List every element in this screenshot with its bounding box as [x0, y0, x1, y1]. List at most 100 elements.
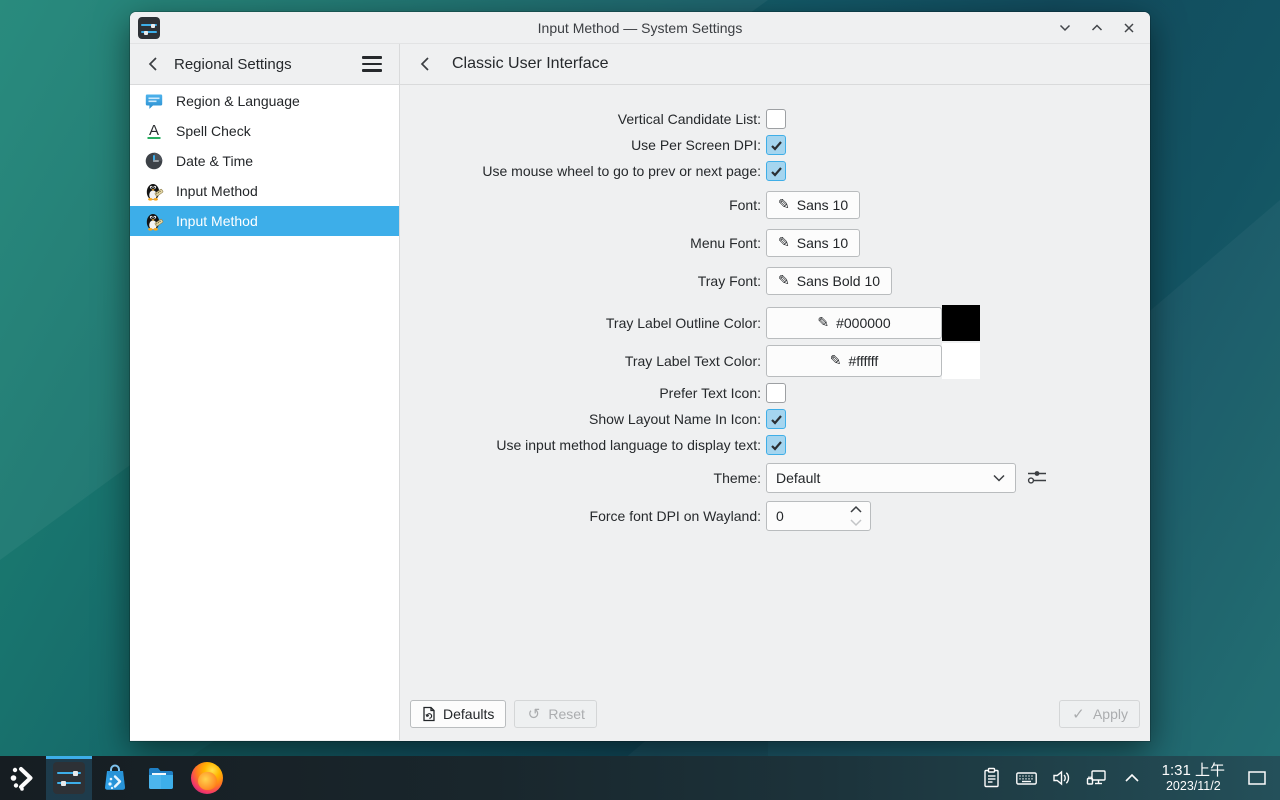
show-desktop-icon	[1247, 770, 1267, 786]
font-picker-button[interactable]: ✎ Sans 10	[766, 191, 860, 219]
system-settings-window: Input Method — System Settings Regional …	[130, 12, 1150, 741]
chevron-up-icon	[849, 505, 863, 514]
field-label: Use input method language to display tex…	[400, 437, 766, 453]
field-label: Use Per Screen DPI:	[400, 137, 766, 153]
tray-font-picker-button[interactable]: ✎ Sans Bold 10	[766, 267, 892, 295]
show-desktop-button[interactable]	[1242, 770, 1272, 786]
digital-clock[interactable]: 1:31 上午 2023/11/2	[1154, 762, 1233, 794]
maximize-button[interactable]	[1084, 15, 1110, 41]
mouse-wheel-page-checkbox[interactable]	[766, 161, 786, 181]
prefer-text-icon-checkbox[interactable]	[766, 383, 786, 403]
field-label: Prefer Text Icon:	[400, 385, 766, 401]
input-method-icon	[143, 180, 165, 202]
task-dolphin[interactable]	[138, 756, 184, 800]
discover-icon	[99, 762, 131, 794]
sliders-icon	[1026, 467, 1048, 487]
field-label: Show Layout Name In Icon:	[400, 411, 766, 427]
check-icon: ✓	[1071, 707, 1086, 722]
system-tray: 1:31 上午 2023/11/2	[979, 756, 1280, 800]
volume-tray-icon[interactable]	[1049, 763, 1075, 793]
close-button[interactable]	[1116, 15, 1142, 41]
task-discover[interactable]	[92, 756, 138, 800]
apply-label: Apply	[1093, 706, 1128, 722]
edit-pencil-icon: ✎	[778, 274, 790, 288]
chevron-down-icon	[1059, 22, 1071, 34]
window-title: Input Method — System Settings	[538, 20, 743, 36]
application-launcher-icon	[8, 763, 38, 793]
show-layout-name-checkbox[interactable]	[766, 409, 786, 429]
sidebar-item-label: Spell Check	[176, 123, 251, 139]
text-color-picker-button[interactable]: ✎ #ffffff	[766, 345, 942, 377]
sidebar-item-spell-check[interactable]: A Spell Check	[130, 116, 399, 146]
task-firefox[interactable]	[184, 756, 230, 800]
sidebar-item-label: Input Method	[176, 183, 258, 199]
desktop: Input Method — System Settings Regional …	[0, 0, 1280, 800]
defaults-button[interactable]: Defaults	[410, 700, 506, 728]
folder-icon	[145, 762, 177, 794]
hamburger-menu-button[interactable]	[359, 53, 385, 74]
menu-font-picker-button[interactable]: ✎ Sans 10	[766, 229, 860, 257]
vertical-candidate-list-checkbox[interactable]	[766, 109, 786, 129]
outline-color-picker-button[interactable]: ✎ #000000	[766, 307, 942, 339]
expand-tray-icon[interactable]	[1119, 763, 1145, 793]
sidebar-header: Regional Settings	[130, 44, 400, 84]
sidebar-item-label: Input Method	[176, 213, 258, 229]
date-time-icon	[143, 150, 165, 172]
check-icon	[770, 165, 783, 178]
keyboard-tray-icon[interactable]	[1014, 763, 1040, 793]
system-settings-app-icon	[138, 17, 160, 39]
field-label: Tray Label Outline Color:	[400, 315, 766, 331]
application-launcher-button[interactable]	[0, 756, 46, 800]
theme-select[interactable]: Default	[766, 463, 1016, 493]
check-icon	[770, 413, 783, 426]
page-header: Classic User Interface	[400, 44, 1150, 84]
theme-configure-button[interactable]	[1026, 467, 1048, 490]
spin-up-button[interactable]	[849, 503, 863, 516]
sidebar-item-region-language[interactable]: Region & Language	[130, 86, 399, 116]
field-label: Tray Font:	[400, 273, 766, 289]
field-label: Use mouse wheel to go to prev or next pa…	[400, 163, 766, 179]
settings-panel: Vertical Candidate List: Use Per Screen …	[400, 85, 1150, 740]
field-label: Force font DPI on Wayland:	[400, 508, 766, 524]
field-label: Menu Font:	[400, 235, 766, 251]
edit-pencil-icon: ✎	[778, 198, 790, 212]
edit-pencil-icon: ✎	[817, 316, 829, 330]
text-color-swatch	[942, 343, 980, 379]
clock-time: 1:31 上午	[1162, 762, 1225, 779]
sidebar-item-label: Date & Time	[176, 153, 253, 169]
field-label: Tray Label Text Color:	[400, 353, 766, 369]
outline-color-swatch	[942, 305, 980, 341]
font-value: Sans 10	[797, 235, 848, 251]
chevron-down-icon	[992, 473, 1006, 483]
edit-pencil-icon: ✎	[778, 236, 790, 250]
apply-button[interactable]: ✓ Apply	[1059, 700, 1140, 728]
spell-check-icon: A	[143, 120, 165, 142]
per-screen-dpi-checkbox[interactable]	[766, 135, 786, 155]
network-tray-icon[interactable]	[1084, 763, 1110, 793]
input-method-language-checkbox[interactable]	[766, 435, 786, 455]
sidebar-item-label: Region & Language	[176, 93, 300, 109]
minimize-button[interactable]	[1052, 15, 1078, 41]
font-value: Sans 10	[797, 197, 848, 213]
check-icon	[770, 139, 783, 152]
sidebar-item-date-time[interactable]: Date & Time	[130, 146, 399, 176]
task-system-settings[interactable]	[46, 756, 92, 800]
defaults-label: Defaults	[443, 706, 494, 722]
sidebar-item-input-method-2[interactable]: Input Method	[130, 206, 399, 236]
field-label: Theme:	[400, 470, 766, 486]
field-label: Vertical Candidate List:	[400, 111, 766, 127]
check-icon	[770, 439, 783, 452]
sidebar-back-button[interactable]	[144, 54, 162, 74]
sidebar: Region & Language A Spell Check Date & T…	[130, 85, 400, 740]
titlebar[interactable]: Input Method — System Settings	[130, 12, 1150, 44]
clipboard-tray-icon[interactable]	[979, 763, 1005, 793]
svg-text:A: A	[149, 122, 159, 139]
field-label: Font:	[400, 197, 766, 213]
sidebar-item-input-method-1[interactable]: Input Method	[130, 176, 399, 206]
document-revert-icon	[422, 706, 436, 722]
page-back-button[interactable]	[416, 54, 434, 74]
chevron-left-icon	[146, 56, 160, 72]
force-dpi-spinbox[interactable]: 0	[766, 501, 871, 531]
reset-button[interactable]: ↺ Reset	[514, 700, 597, 728]
spin-down-button[interactable]	[849, 516, 863, 529]
